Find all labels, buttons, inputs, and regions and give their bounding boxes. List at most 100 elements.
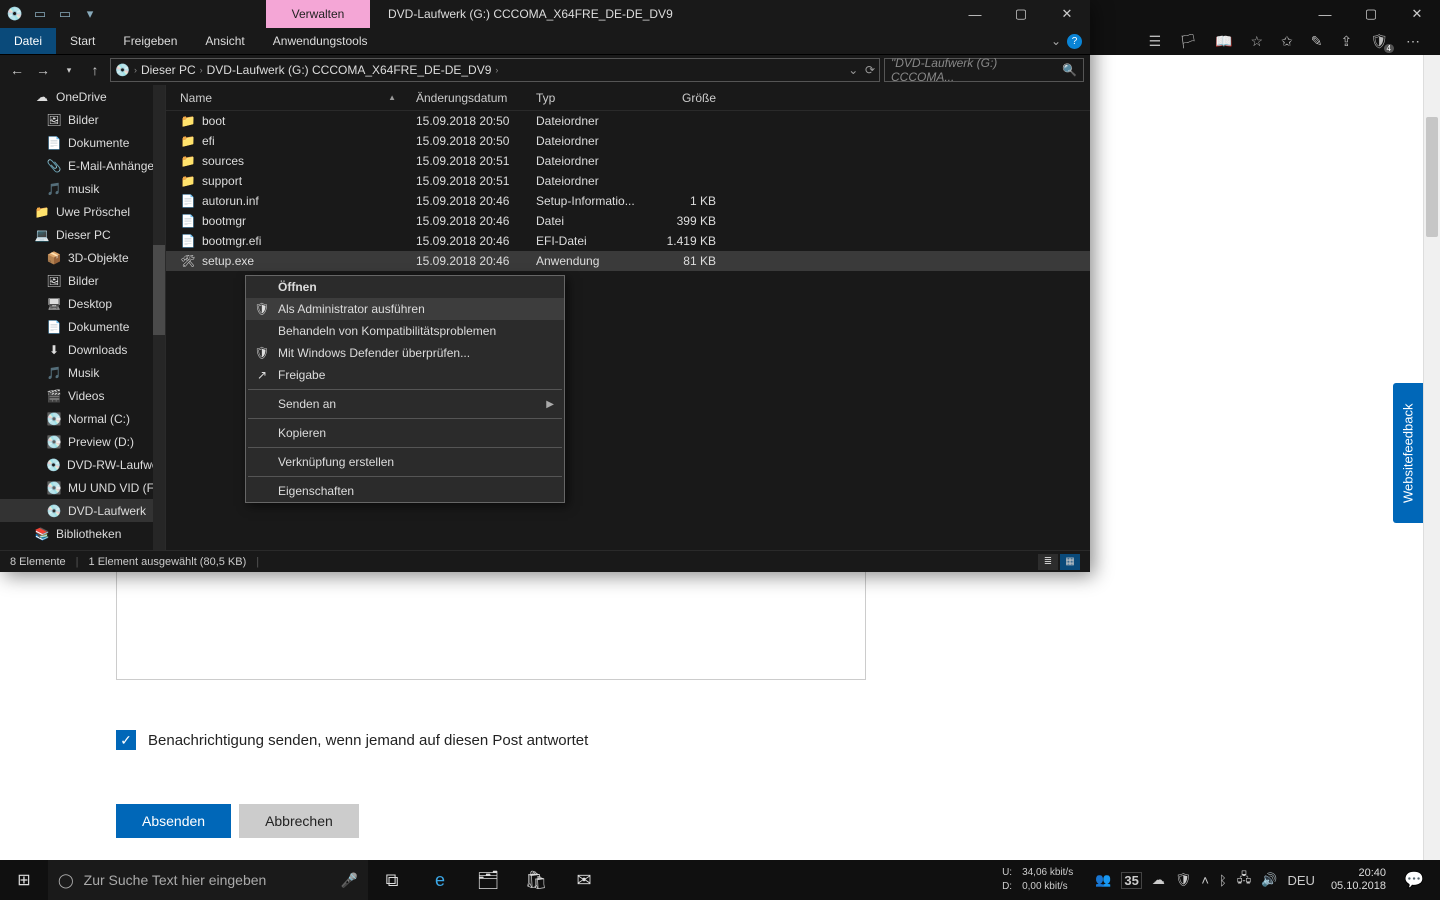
col-date[interactable]: Änderungsdatum <box>416 91 536 105</box>
ribbon-file-tab[interactable]: Datei <box>0 28 56 54</box>
view-details-button[interactable]: ≣ <box>1038 554 1058 570</box>
tree-item[interactable]: 🎬Videos <box>0 384 165 407</box>
feedback-tab[interactable]: Websitefeedback <box>1393 383 1423 523</box>
context-menu-item[interactable]: Kopieren <box>246 422 564 444</box>
col-type[interactable]: Typ <box>536 91 648 105</box>
tray-defender-icon[interactable]: 🛡 <box>1175 872 1192 888</box>
search-icon[interactable]: 🔍 <box>1062 63 1077 77</box>
maximize-button[interactable]: ▢ <box>998 0 1044 28</box>
context-menu-item[interactable]: Behandeln von Kompatibilitätsproblemen <box>246 320 564 342</box>
tree-item[interactable]: 💿DVD-Laufwerk <box>0 499 165 522</box>
minimize-button[interactable]: — <box>952 0 998 28</box>
tree-item[interactable]: 📎E-Mail-Anhänge <box>0 154 165 177</box>
context-menu-item[interactable]: Öffnen <box>246 276 564 298</box>
breadcrumb-current[interactable]: DVD-Laufwerk (G:) CCCOMA_X64FRE_DE-DE_DV… <box>207 63 492 77</box>
tray-bluetooth-icon[interactable]: ᛒ <box>1219 873 1227 888</box>
tree-item[interactable]: 💽Normal (C:) <box>0 407 165 430</box>
taskbar-edge-icon[interactable]: e <box>416 860 464 900</box>
taskbar-clock[interactable]: 20:4005.10.2018 <box>1323 867 1394 893</box>
tree-item[interactable]: 🎵Musik <box>0 361 165 384</box>
taskbar-explorer-icon[interactable]: 🗂 <box>464 860 512 900</box>
file-row[interactable]: 📄autorun.inf15.09.2018 20:46Setup-Inform… <box>166 191 1090 211</box>
tree-item[interactable]: 📄Dokumente <box>0 131 165 154</box>
browser-close-button[interactable]: ✕ <box>1394 0 1440 28</box>
nav-back-button[interactable]: ← <box>6 59 28 81</box>
tree-item[interactable]: 🖼Bilder <box>0 269 165 292</box>
page-scrollbar[interactable] <box>1423 55 1440 860</box>
ribbon-tab-share[interactable]: Freigeben <box>109 28 191 54</box>
chevron-right-icon[interactable]: › <box>134 65 137 75</box>
tree-item[interactable]: 💻Dieser PC <box>0 223 165 246</box>
page-scroll-thumb[interactable] <box>1426 117 1438 237</box>
breadcrumb-root[interactable]: Dieser PC <box>141 63 196 77</box>
qat-properties-icon[interactable]: ▭ <box>31 5 49 23</box>
tree-item[interactable]: ☁OneDrive <box>0 85 165 108</box>
tree-item[interactable]: 🎵musik <box>0 177 165 200</box>
file-row[interactable]: 📄bootmgr.efi15.09.2018 20:46EFI-Datei1.4… <box>166 231 1090 251</box>
tree-item[interactable]: ⬇Downloads <box>0 338 165 361</box>
ribbon-tab-start[interactable]: Start <box>56 28 109 54</box>
tray-network-icon[interactable]: 🖧 <box>1237 869 1252 891</box>
tree-item[interactable]: 📄Dokumente <box>0 315 165 338</box>
file-row[interactable]: 🛠setup.exe15.09.2018 20:46Anwendung81 KB <box>166 251 1090 271</box>
file-row[interactable]: 📁support15.09.2018 20:51Dateiordner <box>166 171 1090 191</box>
col-name[interactable]: Name ▲ <box>166 91 416 105</box>
manage-tab[interactable]: Verwalten <box>266 0 370 28</box>
extension-icon[interactable]: 🛡4 <box>1370 33 1388 50</box>
context-menu-item[interactable]: Eigenschaften <box>246 480 564 502</box>
col-size[interactable]: Größe <box>648 91 724 105</box>
mic-icon[interactable]: 🎤 <box>341 872 358 889</box>
titlebar[interactable]: 💿 ▭ ▭ ▾ Verwalten DVD-Laufwerk (G:) CCCO… <box>0 0 1090 28</box>
help-icon[interactable]: ? <box>1067 34 1082 49</box>
context-menu-item[interactable]: Verknüpfung erstellen <box>246 451 564 473</box>
cancel-button[interactable]: Abbrechen <box>239 804 359 838</box>
tray-volume-icon[interactable]: 🔊 <box>1261 872 1277 888</box>
browser-minimize-button[interactable]: — <box>1302 0 1348 28</box>
tree-item[interactable]: 🖥Desktop <box>0 292 165 315</box>
tray-language[interactable]: DEU <box>1287 873 1314 888</box>
reply-editor[interactable] <box>116 570 866 680</box>
qat-dropdown-icon[interactable]: ▾ <box>81 5 99 23</box>
share-icon[interactable]: ⇪ <box>1340 33 1352 50</box>
file-row[interactable]: 📁efi15.09.2018 20:50Dateiordner <box>166 131 1090 151</box>
tray-people-icon[interactable]: 👥 <box>1095 872 1111 888</box>
tree-item[interactable]: 💿DVD-RW-Laufwerk <box>0 453 165 476</box>
taskbar-search[interactable]: ◯ Zur Suche Text hier eingeben 🎤 <box>48 860 368 900</box>
tray-chevron-up-icon[interactable]: ˄ <box>1201 873 1209 888</box>
ribbon-tab-view[interactable]: Ansicht <box>191 28 258 54</box>
start-button[interactable]: ⊞ <box>0 860 48 900</box>
file-row[interactable]: 📄bootmgr15.09.2018 20:46Datei399 KB <box>166 211 1090 231</box>
flag-icon[interactable]: 🏳 <box>1179 33 1197 50</box>
context-menu-item[interactable]: 🛡Mit Windows Defender überprüfen... <box>246 342 564 364</box>
address-dropdown-icon[interactable]: ⌄ ⟳ <box>848 63 875 77</box>
tree-item[interactable]: 📁Uwe Pröschel <box>0 200 165 223</box>
close-button[interactable]: ✕ <box>1044 0 1090 28</box>
taskbar-store-icon[interactable]: 🛍 <box>512 860 560 900</box>
ribbon-tab-apptools[interactable]: Anwendungstools <box>259 28 382 54</box>
notify-checkbox[interactable]: ✓ <box>116 730 136 750</box>
favorites-icon[interactable]: ✩ <box>1281 33 1293 50</box>
context-menu-item[interactable]: 🛡Als Administrator ausführen <box>246 298 564 320</box>
view-icons-button[interactable]: ▦ <box>1060 554 1080 570</box>
file-row[interactable]: 📁boot15.09.2018 20:50Dateiordner <box>166 111 1090 131</box>
search-box[interactable]: "DVD-Laufwerk (G:) CCCOMA... 🔍 <box>884 58 1084 82</box>
nav-history-button[interactable]: ▾ <box>58 59 80 81</box>
more-icon[interactable]: ⋯ <box>1406 33 1420 50</box>
qat-newfolder-icon[interactable]: ▭ <box>56 5 74 23</box>
nav-forward-button[interactable]: → <box>32 59 54 81</box>
file-row[interactable]: 📁sources15.09.2018 20:51Dateiordner <box>166 151 1090 171</box>
taskbar-mail-icon[interactable]: ✉ <box>560 860 608 900</box>
tree-item[interactable]: 🖼Bilder <box>0 108 165 131</box>
reading-list-icon[interactable]: ☰ <box>1149 33 1162 50</box>
tree-scroll-thumb[interactable] <box>153 245 165 335</box>
favorite-star-icon[interactable]: ☆ <box>1250 33 1263 50</box>
context-menu-item[interactable]: ↗Freigabe <box>246 364 564 386</box>
reading-view-icon[interactable]: 📖 <box>1215 33 1232 50</box>
tree-item[interactable]: 💽MU UND VID (F:) <box>0 476 165 499</box>
tree-item[interactable]: 📚Bibliotheken <box>0 522 165 545</box>
chevron-right-icon[interactable]: › <box>200 65 203 75</box>
tree-item[interactable]: 📦3D-Objekte <box>0 246 165 269</box>
tray-gpu-temp[interactable]: 35 <box>1121 872 1141 889</box>
context-menu-item[interactable]: Senden an▶ <box>246 393 564 415</box>
tree-item[interactable]: 💽Preview (D:) <box>0 430 165 453</box>
